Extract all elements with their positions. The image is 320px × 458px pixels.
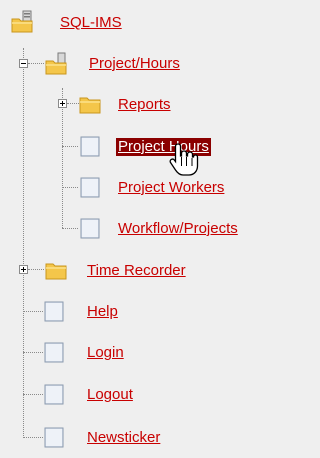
tree-node-reports-label[interactable]: Reports xyxy=(118,96,171,114)
tree-node-newsticker: Newsticker xyxy=(0,426,285,448)
navigation-tree: SQL-IMS Project/Hours Reports Project Ho… xyxy=(0,0,285,458)
document-icon xyxy=(80,218,100,239)
document-icon xyxy=(44,384,64,405)
expand-toggle-icon[interactable] xyxy=(19,265,28,274)
tree-node-newsticker-label[interactable]: Newsticker xyxy=(87,429,160,447)
open-folder-icon xyxy=(45,52,67,75)
document-icon xyxy=(80,136,100,157)
server-folder-icon xyxy=(11,10,33,33)
expand-toggle-icon[interactable] xyxy=(58,99,67,108)
tree-node-project-hours-page: Project Hours xyxy=(0,135,285,157)
folder-icon xyxy=(45,263,67,280)
tree-node-project-hours: Project/Hours xyxy=(0,52,285,75)
tree-node-reports: Reports xyxy=(0,93,285,115)
tree-node-logout: Logout xyxy=(0,383,285,405)
tree-node-project-workers-label[interactable]: Project Workers xyxy=(118,179,224,197)
tree-node-logout-label[interactable]: Logout xyxy=(87,386,133,404)
document-icon xyxy=(44,342,64,363)
tree-root-label[interactable]: SQL-IMS xyxy=(60,14,122,32)
tree-node-workflow-projects: Workflow/Projects xyxy=(0,217,285,239)
document-icon xyxy=(44,301,64,322)
tree-node-time-recorder: Time Recorder xyxy=(0,259,285,281)
tree-root: SQL-IMS xyxy=(0,10,285,33)
tree-node-help-label[interactable]: Help xyxy=(87,303,118,321)
tree-node-time-recorder-label[interactable]: Time Recorder xyxy=(87,262,186,280)
document-icon xyxy=(44,427,64,448)
folder-icon xyxy=(79,97,101,114)
tree-node-login-label[interactable]: Login xyxy=(87,344,124,362)
hand-pointer-cursor-icon xyxy=(169,143,199,176)
collapse-toggle-icon[interactable] xyxy=(19,59,28,68)
document-icon xyxy=(80,177,100,198)
tree-node-help: Help xyxy=(0,300,285,322)
tree-node-workflow-projects-label[interactable]: Workflow/Projects xyxy=(118,220,238,238)
tree-node-login: Login xyxy=(0,341,285,363)
tree-node-project-workers: Project Workers xyxy=(0,176,285,198)
tree-node-project-hours-label[interactable]: Project/Hours xyxy=(89,55,180,73)
